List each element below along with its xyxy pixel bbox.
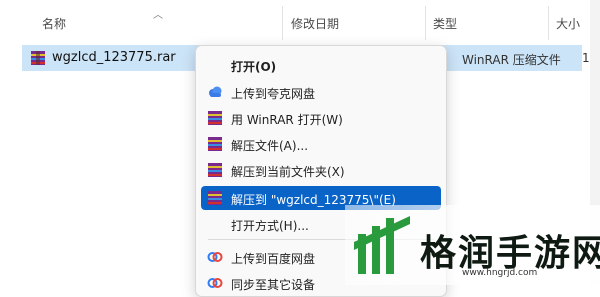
watermark-url: www.hngrjd.com [462, 268, 538, 278]
brand-logo-icon [354, 216, 410, 274]
menu-item-label: 解压到当前文件夹(X) [231, 165, 345, 179]
menu-item-label: 上传到百度网盘 [231, 252, 316, 266]
winrar-icon [208, 111, 222, 125]
sort-up-icon: ︿ [153, 10, 163, 21]
sync-icon [207, 278, 223, 288]
column-size[interactable]: 大小 [556, 15, 580, 32]
column-divider[interactable] [425, 6, 426, 40]
menu-item-extract-files[interactable]: 解压文件(A)... [201, 132, 441, 156]
menu-item-label: 上传到夸克网盘 [231, 87, 316, 101]
column-name[interactable]: 名称 [42, 15, 66, 32]
column-type[interactable]: 类型 [433, 15, 457, 32]
column-header: ︿ 名称 修改日期 类型 大小 [0, 0, 600, 44]
winrar-archive-icon [31, 51, 45, 65]
menu-item-upload-quark[interactable]: 上传到夸克网盘 [201, 80, 441, 104]
winrar-icon [208, 191, 222, 205]
file-type: WinRAR 压缩文件 [462, 53, 561, 67]
menu-item-label: 解压文件(A)... [231, 139, 309, 153]
menu-item-open[interactable]: 打开(O) [201, 53, 441, 77]
file-name: wgzlcd_123775.rar [52, 50, 176, 65]
menu-item-label: 打开(O) [231, 60, 277, 74]
column-divider[interactable] [548, 6, 549, 40]
column-divider[interactable] [282, 6, 283, 40]
winrar-icon [208, 163, 222, 177]
menu-item-label: 用 WinRAR 打开(W) [231, 113, 343, 127]
winrar-icon [208, 137, 222, 151]
baidu-cloud-icon [207, 252, 223, 262]
menu-item-extract-here[interactable]: 解压到当前文件夹(X) [201, 158, 441, 182]
file-size: 1 [582, 51, 590, 65]
menu-item-label: 打开方式(H)... [231, 219, 309, 233]
cloud-icon [209, 86, 222, 97]
column-modified-date[interactable]: 修改日期 [291, 15, 339, 32]
menu-item-open-with-winrar[interactable]: 用 WinRAR 打开(W) [201, 106, 441, 130]
